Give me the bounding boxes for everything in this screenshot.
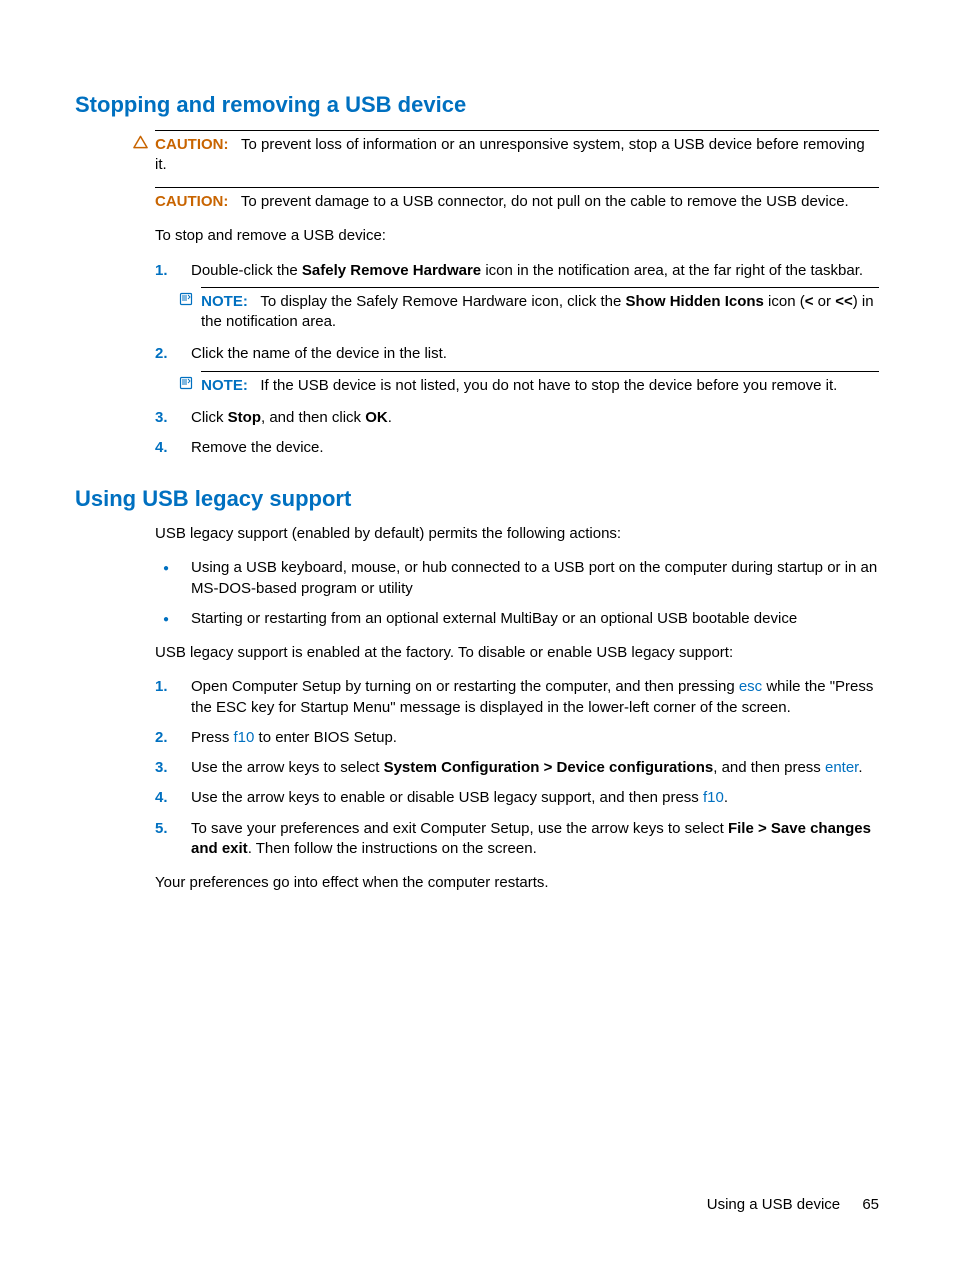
note-label: NOTE: [201, 293, 248, 310]
step-1: Double-click the Safely Remove Hardware … [155, 261, 879, 333]
step-4: Use the arrow keys to enable or disable … [155, 788, 879, 808]
note-icon [175, 292, 197, 312]
step-2: Press f10 to enter BIOS Setup. [155, 728, 879, 748]
outro-s2: Your preferences go into effect when the… [155, 873, 879, 893]
bullet-1: Using a USB keyboard, mouse, or hub conn… [155, 558, 879, 599]
caution-label: CAUTION: [155, 136, 228, 153]
note-2-wrap: NOTE: If the USB device is not listed, y… [201, 371, 879, 396]
mid-s2: USB legacy support is enabled at the fac… [155, 643, 879, 663]
note-1-wrap: NOTE: To display the Safely Remove Hardw… [201, 287, 879, 333]
heading-stopping-removing: Stopping and removing a USB device [75, 90, 879, 120]
note-label: NOTE: [201, 377, 248, 394]
heading-usb-legacy: Using USB legacy support [75, 484, 879, 514]
caution-text: To prevent damage to a USB connector, do… [241, 193, 849, 210]
bullets-s2: Using a USB keyboard, mouse, or hub conn… [155, 558, 879, 629]
step-2: Click the name of the device in the list… [155, 344, 879, 396]
caution-icon [129, 135, 151, 155]
page-number: 65 [862, 1196, 879, 1213]
page-footer: Using a USB device 65 [707, 1195, 879, 1215]
steps-s2: Open Computer Setup by turning on or res… [155, 677, 879, 859]
step-3: Use the arrow keys to select System Conf… [155, 758, 879, 778]
steps-s1: Double-click the Safely Remove Hardware … [155, 261, 879, 459]
bullet-2: Starting or restarting from an optional … [155, 609, 879, 629]
step-4: Remove the device. [155, 438, 879, 458]
step-3: Click Stop, and then click OK. [155, 408, 879, 428]
section2-content: USB legacy support (enabled by default) … [155, 524, 879, 893]
step-1: Open Computer Setup by turning on or res… [155, 677, 879, 718]
intro-s2: USB legacy support (enabled by default) … [155, 524, 879, 544]
caution-text: To prevent loss of information or an unr… [155, 136, 865, 173]
caution-label: CAUTION: [155, 193, 228, 210]
caution-2: CAUTION: To prevent damage to a USB conn… [155, 187, 879, 212]
footer-title: Using a USB device [707, 1196, 840, 1213]
note-2: NOTE: If the USB device is not listed, y… [201, 371, 879, 396]
section1-content: CAUTION: To prevent loss of information … [155, 130, 879, 459]
page: Stopping and removing a USB device CAUTI… [0, 0, 954, 1270]
caution-1: CAUTION: To prevent loss of information … [155, 130, 879, 176]
step-5: To save your preferences and exit Comput… [155, 819, 879, 860]
note-1: NOTE: To display the Safely Remove Hardw… [201, 287, 879, 333]
note-icon [175, 376, 197, 396]
intro-s1: To stop and remove a USB device: [155, 226, 879, 246]
